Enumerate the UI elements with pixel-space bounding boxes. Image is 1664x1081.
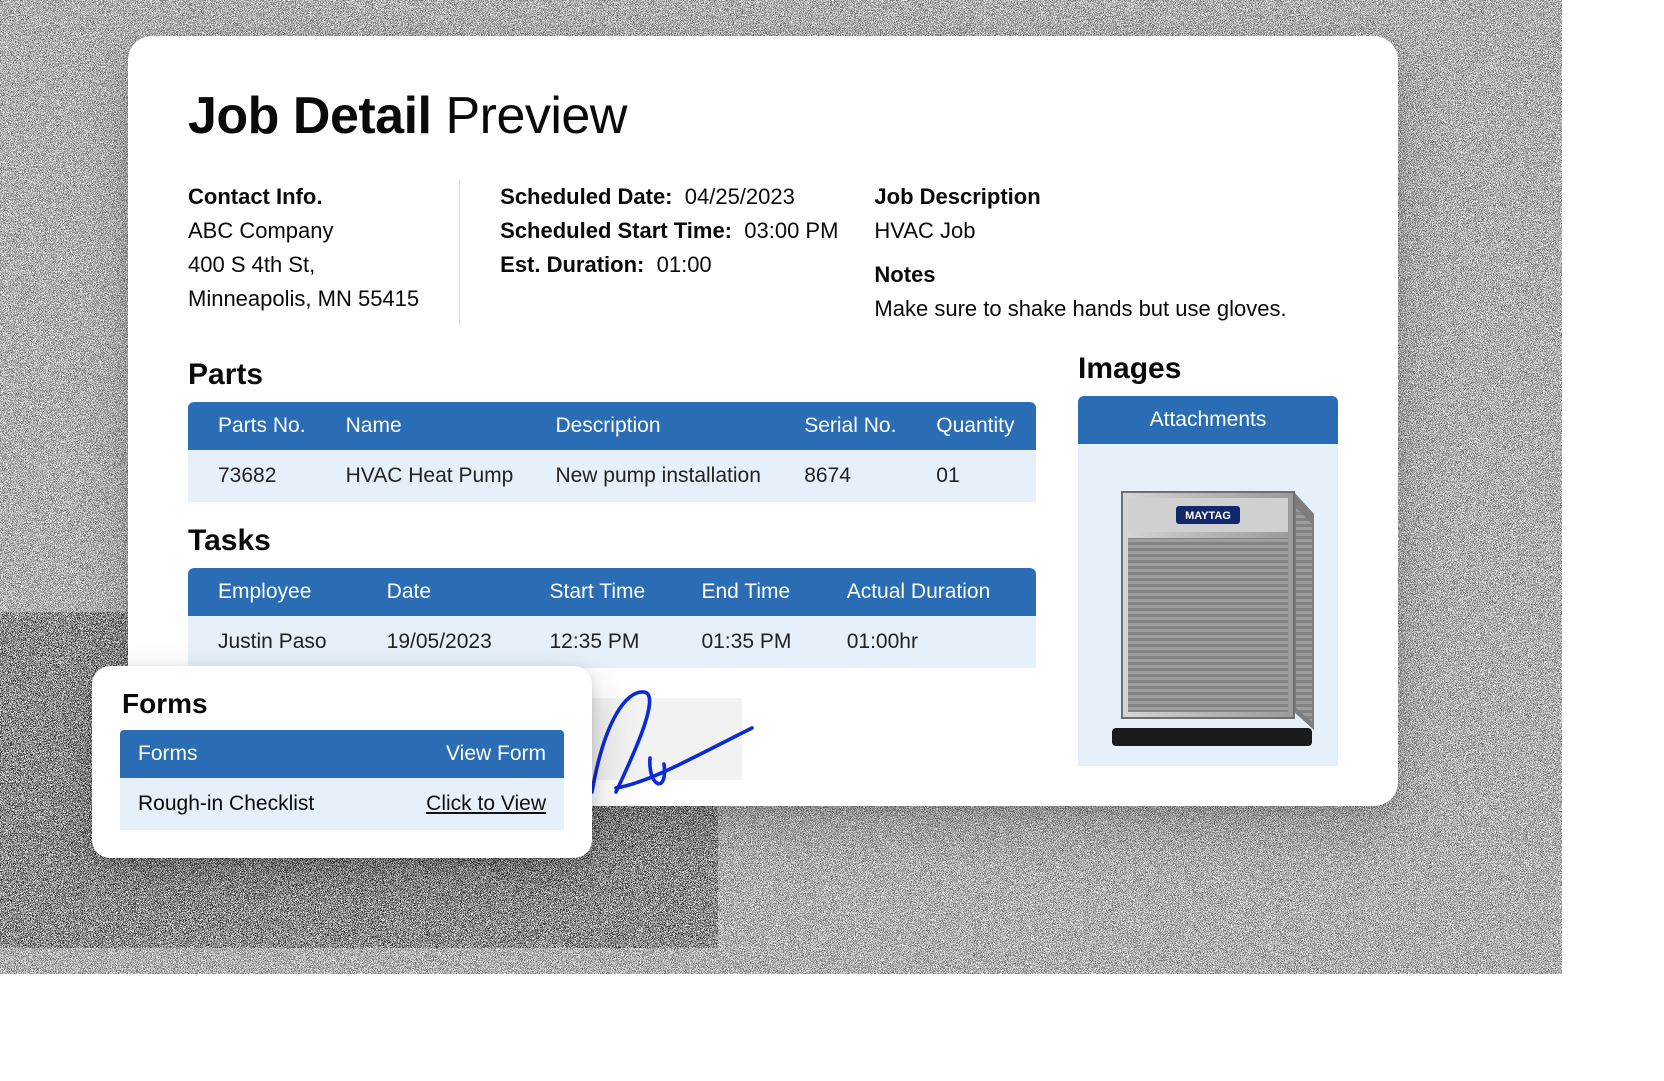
forms-row: Rough-in Checklist Click to View [120,778,564,830]
tasks-header-dur: Actual Duration [829,568,1036,616]
parts-header-row: Parts No. Name Description Serial No. Qu… [188,402,1036,450]
view-form-link[interactable]: Click to View [426,792,546,815]
description-notes: Job Description HVAC Job Notes Make sure… [874,180,1338,326]
notes-value: Make sure to shake hands but use gloves. [874,292,1338,326]
tasks-cell-start: 12:35 PM [531,616,683,668]
parts-header-desc: Description [537,402,786,450]
forms-header-view: View Form [428,730,564,778]
attachment-brand-label: MAYTAG [1185,510,1231,522]
forms-title: Forms [122,688,564,720]
tasks-cell-date: 19/05/2023 [369,616,532,668]
parts-cell-no: 73682 [188,450,328,502]
scheduled-date-label: Scheduled Date: [500,184,672,209]
schedule-info: Scheduled Date: 04/25/2023 Scheduled Sta… [500,180,838,282]
attachment-thumb[interactable]: MAYTAG [1078,444,1338,766]
tasks-header-start: Start Time [531,568,683,616]
hvac-unit-icon: MAYTAG [1098,458,1318,758]
viewport: Job Detail Preview Contact Info. ABC Com… [0,0,1664,1081]
page-title: Job Detail Preview [188,86,1338,146]
parts-header-name: Name [328,402,538,450]
page-title-rest: Preview [445,87,626,145]
parts-cell-serial: 8674 [786,450,918,502]
job-description-label: Job Description [874,180,1338,214]
parts-row: 73682 HVAC Heat Pump New pump installati… [188,450,1036,502]
images-column: Images Attachments [1078,342,1338,766]
forms-header-name: Forms [120,730,428,778]
forms-card: Forms Forms View Form Rough-in Checklist… [92,666,592,858]
tasks-header-row: Employee Date Start Time End Time Actual… [188,568,1036,616]
scheduled-start-label: Scheduled Start Time: [500,218,732,243]
parts-cell-name: HVAC Heat Pump [328,450,538,502]
parts-title: Parts [188,358,1036,392]
job-description-value: HVAC Job [874,214,1338,248]
tasks-cell-end: 01:35 PM [683,616,828,668]
parts-header-qty: Quantity [918,402,1036,450]
attachments-header: Attachments [1078,396,1338,444]
contact-city: Minneapolis, MN 55415 [188,282,419,316]
est-duration-value: 01:00 [657,252,712,277]
parts-cell-qty: 01 [918,450,1036,502]
parts-header-serial: Serial No. [786,402,918,450]
forms-header-row: Forms View Form [120,730,564,778]
est-duration-label: Est. Duration: [500,252,644,277]
tasks-header-emp: Employee [188,568,369,616]
vertical-divider [459,180,460,326]
parts-table: Parts No. Name Description Serial No. Qu… [188,402,1036,502]
images-title: Images [1078,352,1338,386]
forms-cell-name: Rough-in Checklist [120,778,408,830]
tasks-header-end: End Time [683,568,828,616]
contact-street: 400 S 4th St, [188,248,419,282]
tasks-header-date: Date [369,568,532,616]
contact-company: ABC Company [188,214,419,248]
tasks-row: Justin Paso 19/05/2023 12:35 PM 01:35 PM… [188,616,1036,668]
parts-header-no: Parts No. [188,402,328,450]
tasks-table: Employee Date Start Time End Time Actual… [188,568,1036,668]
contact-info: Contact Info. ABC Company 400 S 4th St, … [188,180,419,316]
page-title-bold: Job Detail [188,87,432,145]
tasks-cell-dur: 01:00hr [829,616,1036,668]
tasks-cell-emp: Justin Paso [188,616,369,668]
info-row: Contact Info. ABC Company 400 S 4th St, … [188,180,1338,326]
tasks-title: Tasks [188,524,1036,558]
notes-label: Notes [874,258,1338,292]
attachments-panel: Attachments [1078,396,1338,766]
parts-cell-desc: New pump installation [537,450,786,502]
scheduled-start-value: 03:00 PM [744,218,838,243]
contact-label: Contact Info. [188,180,419,214]
scheduled-date-value: 04/25/2023 [685,184,795,209]
